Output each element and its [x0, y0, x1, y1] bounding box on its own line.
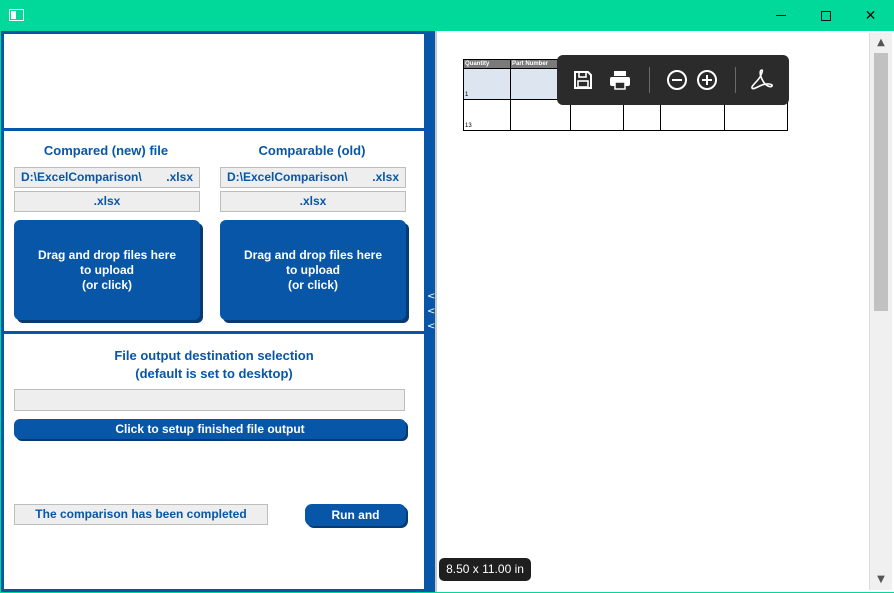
drop-line: Drag and drop files here	[37, 247, 177, 262]
table-cell: 1	[463, 68, 511, 100]
close-button[interactable]: ✕	[848, 0, 893, 31]
app-window: ✕ Compared (new) file Comparable (old) D…	[0, 0, 894, 593]
scroll-down-icon[interactable]: ▼	[870, 574, 892, 588]
output-path-input[interactable]	[14, 389, 405, 411]
run-compare-button[interactable]: Run and compare	[305, 504, 406, 544]
new-file-path: D:\ExcelComparison\	[21, 170, 142, 184]
new-file-second-field[interactable]: .xlsx	[14, 191, 200, 212]
new-file-ext: .xlsx	[166, 170, 193, 184]
old-file-ext: .xlsx	[372, 170, 399, 184]
old-file-drop-zone[interactable]: Drag and drop files here to upload (or c…	[220, 220, 406, 320]
left-panel: Compared (new) file Comparable (old) D:\…	[1, 31, 427, 592]
panel-splitter[interactable]: < < <	[427, 31, 435, 592]
drop-zone-text: Drag and drop files here to upload (or c…	[244, 248, 382, 293]
drop-line: to upload	[286, 262, 340, 277]
close-icon: ✕	[864, 7, 877, 24]
toolbar-separator	[735, 67, 736, 93]
status-field: The comparison has been completed	[14, 504, 268, 525]
zoom-out-icon[interactable]	[664, 67, 690, 93]
scroll-thumb[interactable]	[874, 53, 888, 311]
minimize-button[interactable]	[758, 0, 803, 31]
old-file-second-ext: .xlsx	[299, 194, 327, 208]
vertical-scrollbar[interactable]: ▲ ▼	[869, 33, 892, 590]
drop-line: (or click)	[287, 277, 338, 292]
page-size-label: 8.50 x 11.00 in	[439, 558, 531, 581]
new-file-title: Compared (new) file	[43, 143, 169, 158]
old-file-path: D:\ExcelComparison\	[227, 170, 348, 184]
scroll-up-icon[interactable]: ▲	[870, 37, 892, 51]
chevron-left-icon: <	[427, 321, 436, 332]
zoom-in-icon[interactable]	[694, 67, 720, 93]
output-title-line2: (default is set to desktop)	[135, 366, 293, 381]
pdf-toolbar	[557, 55, 789, 105]
drop-line: Drag and drop files here	[243, 247, 383, 262]
output-title-line1: File output destination selection	[114, 348, 314, 363]
save-icon[interactable]	[570, 67, 596, 93]
print-icon[interactable]	[607, 67, 633, 93]
maximize-icon	[820, 10, 831, 21]
drop-line: to upload	[80, 262, 134, 277]
new-file-drop-zone[interactable]: Drag and drop files here to upload (or c…	[14, 220, 200, 320]
setup-output-button[interactable]: Click to setup finished file output	[14, 419, 406, 439]
collapse-arrows[interactable]: < < <	[427, 289, 435, 334]
maximize-button[interactable]	[803, 0, 848, 31]
divider	[4, 331, 424, 334]
app-icon	[9, 9, 24, 21]
title-bar: ✕	[0, 0, 894, 31]
minimize-icon	[775, 15, 786, 16]
toolbar-separator	[649, 67, 650, 93]
old-file-path-field[interactable]: D:\ExcelComparison\ .xlsx	[220, 167, 406, 188]
acrobat-icon[interactable]	[749, 67, 775, 93]
old-file-second-field[interactable]: .xlsx	[220, 191, 406, 212]
drop-line: (or click)	[81, 277, 132, 292]
drop-zone-text: Drag and drop files here to upload (or c…	[38, 248, 176, 293]
divider	[4, 128, 424, 131]
top-empty-area	[4, 34, 424, 128]
new-file-path-field[interactable]: D:\ExcelComparison\ .xlsx	[14, 167, 200, 188]
table-cell: 13	[463, 99, 511, 131]
new-file-second-ext: .xlsx	[93, 194, 121, 208]
chevron-left-icon: <	[427, 306, 436, 317]
old-file-title: Comparable (old)	[258, 143, 366, 158]
chevron-left-icon: <	[427, 291, 436, 302]
output-selection-title: File output destination selection (defau…	[4, 347, 424, 383]
table-header-quantity: Quantity	[463, 59, 511, 69]
